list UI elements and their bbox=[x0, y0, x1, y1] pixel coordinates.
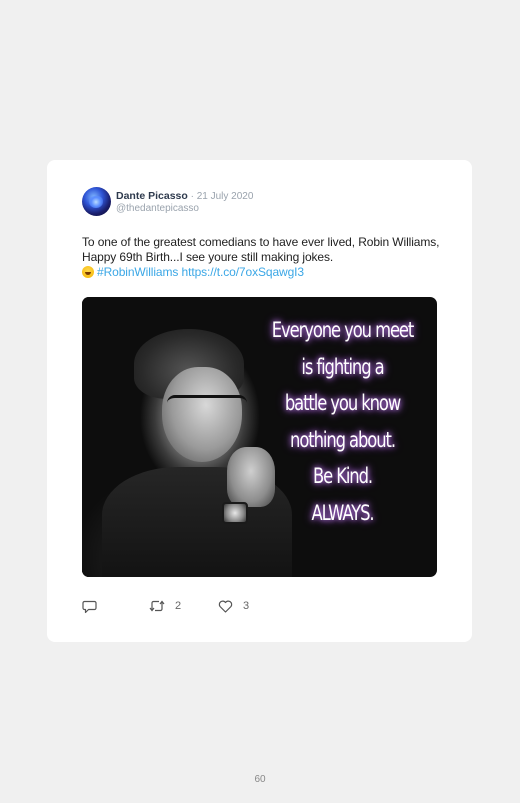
author-handle[interactable]: @thedantepicasso bbox=[116, 203, 199, 215]
page-number: 60 bbox=[254, 774, 266, 785]
tweet-author-line: Dante Picasso · 21 July 2020 bbox=[116, 190, 253, 203]
portrait-face bbox=[162, 367, 242, 462]
like-count: 3 bbox=[243, 600, 250, 612]
tweet-actions: 2 3 bbox=[82, 598, 382, 614]
laughing-emoji-icon bbox=[82, 266, 94, 278]
hashtag-link[interactable]: #RobinWilliams bbox=[97, 265, 178, 279]
portrait-photo bbox=[82, 297, 292, 577]
portrait-glasses bbox=[167, 395, 247, 412]
retweet-button[interactable]: 2 bbox=[149, 598, 181, 614]
tweet-media-image[interactable]: Everyone you meet is fighting a battle y… bbox=[82, 297, 437, 577]
quote-line: Be Kind. bbox=[312, 464, 373, 488]
portrait-hand bbox=[227, 447, 275, 507]
like-button[interactable]: 3 bbox=[218, 598, 249, 614]
tweet-card: Dante Picasso · 21 July 2020 @thedantepi… bbox=[47, 160, 472, 642]
media-quote-text: Everyone you meet is fighting a battle y… bbox=[270, 312, 415, 531]
avatar-image bbox=[89, 196, 103, 208]
author-name[interactable]: Dante Picasso bbox=[116, 190, 188, 202]
quote-line: is fighting a bbox=[301, 354, 384, 379]
portrait-watch bbox=[222, 502, 248, 524]
tweet-body: To one of the greatest comedians to have… bbox=[82, 235, 440, 264]
quote-line: battle you know bbox=[284, 391, 401, 415]
retweet-icon bbox=[149, 600, 165, 612]
reply-icon bbox=[82, 600, 97, 613]
reply-button[interactable] bbox=[82, 598, 98, 614]
retweet-count: 2 bbox=[175, 600, 182, 612]
avatar[interactable] bbox=[82, 187, 111, 216]
meta-separator: · bbox=[187, 191, 197, 202]
tweet-date[interactable]: 21 July 2020 bbox=[197, 191, 254, 202]
heart-icon bbox=[218, 600, 233, 613]
quote-line: Everyone you meet bbox=[271, 318, 415, 342]
quote-line: nothing about. bbox=[290, 427, 396, 452]
url-link[interactable]: https://t.co/7oxSqawgI3 bbox=[182, 265, 305, 279]
quote-line: ALWAYS. bbox=[311, 500, 374, 525]
tweet-text: To one of the greatest comedians to have… bbox=[82, 235, 442, 280]
